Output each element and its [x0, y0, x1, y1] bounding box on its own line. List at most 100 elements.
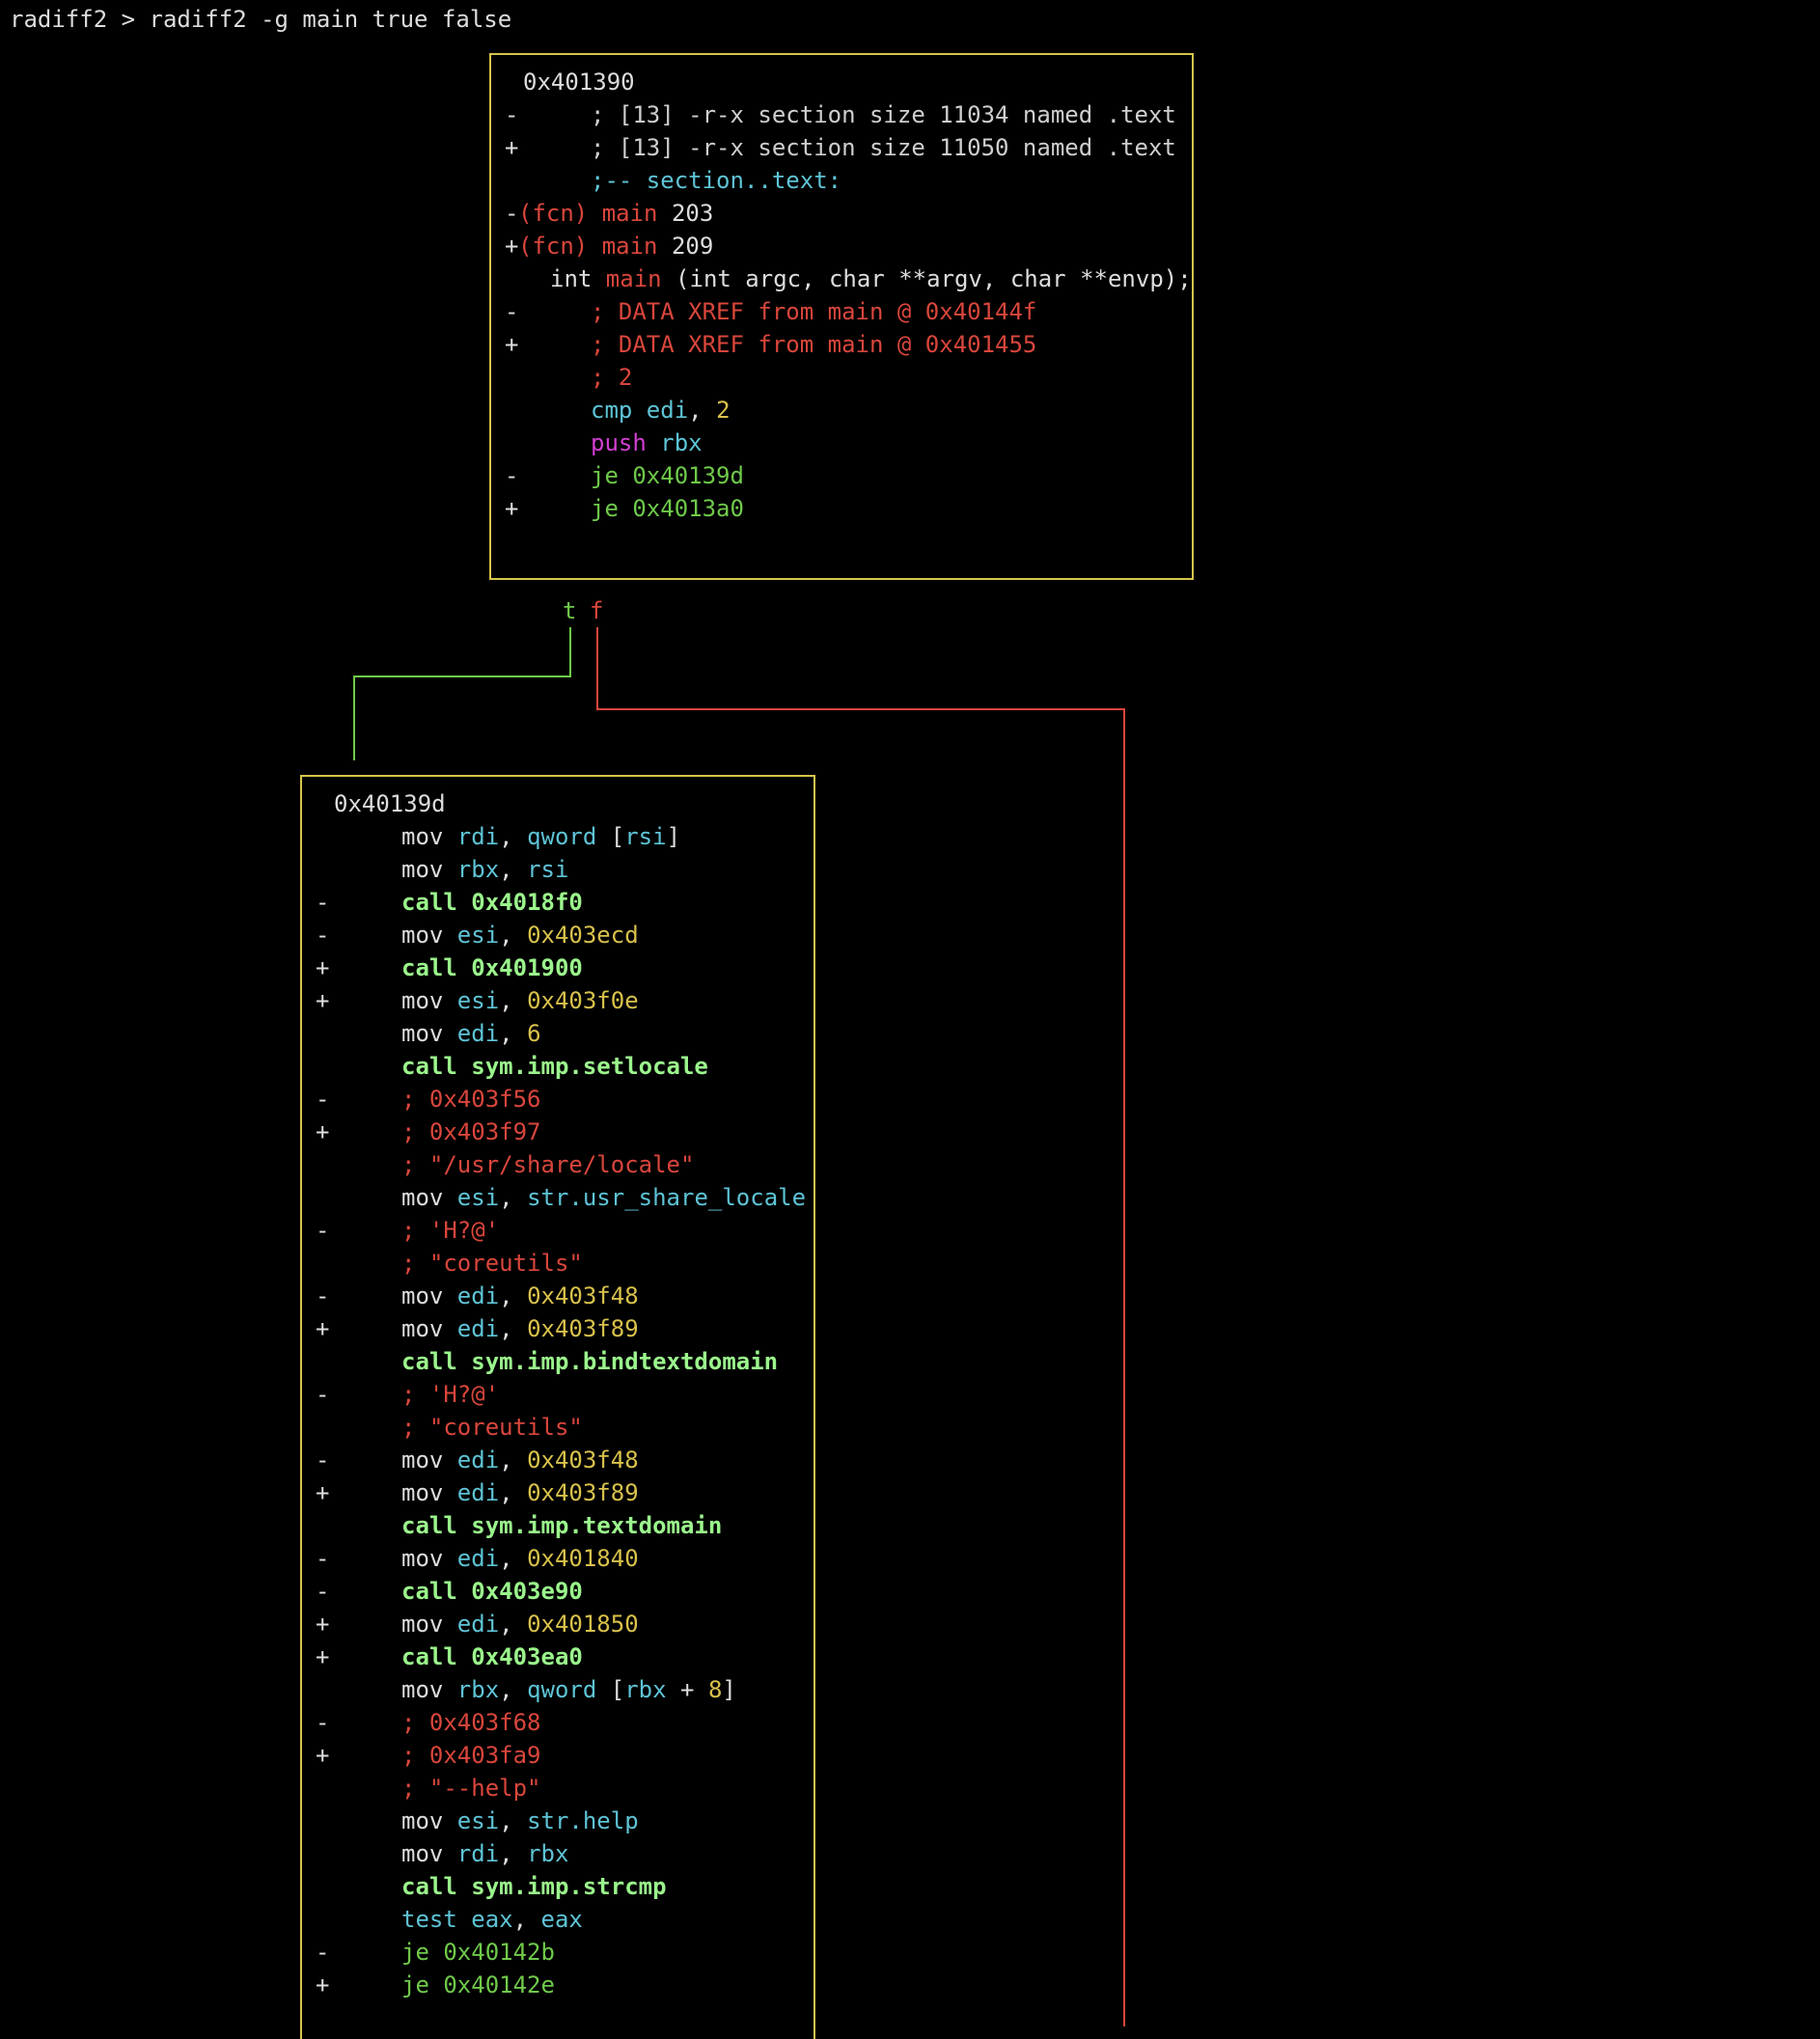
code-line: ; [13] -r-x section size 11034 named .te… — [591, 98, 1176, 131]
code-token: [ — [610, 823, 625, 850]
diff-marker: + — [316, 954, 330, 981]
code-token: eax — [471, 1906, 513, 1933]
code-token: 0x40139d — [334, 790, 446, 817]
code-token: mov — [401, 1840, 457, 1867]
code-token: 0x403f0e — [527, 987, 639, 1014]
code-token: mov — [401, 1184, 457, 1211]
code-token: 0x403f48 — [527, 1447, 639, 1474]
edge-label-false: f — [590, 597, 604, 624]
code-token: ; 'H?@' — [401, 1381, 500, 1408]
code-token: 2 — [716, 397, 731, 424]
code-line: call sym.imp.bindtextdomain — [401, 1345, 778, 1378]
basic-block-0x401390[interactable]: 0x401390 - ; [13] -r-x section size 11034 … — [489, 53, 1194, 580]
code-token: main — [605, 265, 662, 292]
diff-marker: + — [316, 1315, 330, 1342]
code-token: call sym.imp.strcmp — [401, 1873, 667, 1900]
code-line: call sym.imp.setlocale — [401, 1050, 708, 1083]
diff-marker: - — [505, 298, 519, 325]
code-token: je 0x40142e — [401, 1971, 555, 1998]
code-token: ; 0x403fa9 — [401, 1742, 541, 1769]
code-line: 0x401390 — [523, 66, 635, 98]
diff-marker: - — [316, 1709, 330, 1736]
code-token: ; 0x403f97 — [401, 1118, 541, 1145]
code-line: int main (int argc, char **argv, char **… — [550, 262, 1192, 295]
code-line: mov rdi, rbx — [401, 1837, 568, 1870]
code-token: , — [499, 1447, 528, 1474]
code-token: , — [499, 1315, 528, 1342]
code-token: edi — [456, 1447, 500, 1474]
code-token: ; 2 — [591, 364, 633, 391]
code-line: ; 2 — [591, 361, 632, 394]
code-line: 0x40139d — [334, 787, 446, 820]
code-token: 0x401840 — [527, 1545, 639, 1572]
code-token: , — [499, 1282, 528, 1309]
code-token: mov — [401, 856, 457, 883]
code-token: rsi — [527, 856, 569, 883]
code-token: , — [499, 856, 528, 883]
code-token: call sym.imp.textdomain — [401, 1512, 723, 1539]
code-token: rsi — [624, 823, 667, 850]
code-line: mov edi, 0x403f89 — [401, 1476, 639, 1509]
code-token: edi — [456, 1545, 500, 1572]
terminal-command: radiff2 > radiff2 -g main true false — [10, 6, 512, 33]
code-line: mov edi, 0x403f48 — [401, 1444, 639, 1476]
code-token: , — [499, 1611, 528, 1638]
diff-marker: - — [316, 922, 330, 949]
code-line: ;-- section..text: — [591, 164, 841, 197]
code-token: ; [13] -r-x section size 11034 named .te… — [591, 101, 1176, 128]
code-line: ; 0x403f56 — [401, 1083, 541, 1116]
code-token: mov — [401, 1611, 457, 1638]
code-token: mov — [401, 1545, 457, 1572]
code-line: ; "coreutils" — [401, 1411, 583, 1444]
code-line: ; 0x403fa9 — [401, 1739, 541, 1772]
basic-block-0x40139d[interactable]: 0x40139d mov rdi, qword [rsi] mov rbx, rsi… — [300, 775, 815, 2039]
code-token: ] — [722, 1676, 736, 1703]
code-token: ; 0x403f68 — [401, 1709, 541, 1736]
code-token: str.usr_share_locale — [527, 1184, 807, 1211]
code-line: push rbx — [591, 427, 703, 459]
code-token: , — [499, 823, 528, 850]
code-token: call 0x401900 — [401, 954, 583, 981]
code-token: cmp — [591, 397, 647, 424]
diff-marker: - — [316, 889, 330, 916]
code-token: , — [499, 987, 528, 1014]
code-token: mov — [401, 1807, 457, 1834]
diff-marker: + — [505, 134, 519, 161]
diff-marker: - — [316, 1282, 330, 1309]
code-line: mov edi, 0x403f48 — [401, 1280, 639, 1312]
code-token: main — [601, 200, 658, 227]
code-token: main — [601, 233, 658, 260]
code-token: rbx — [456, 856, 500, 883]
diff-marker: - — [316, 1578, 330, 1605]
code-token: rdi — [456, 823, 500, 850]
code-token: edi — [456, 1479, 500, 1506]
code-token: 0x403ecd — [527, 922, 639, 949]
code-token: int — [550, 265, 606, 292]
code-token: , — [499, 1676, 528, 1703]
code-token: rbx — [624, 1676, 667, 1703]
code-token: 8 — [707, 1676, 723, 1703]
code-token: edi — [456, 1020, 500, 1047]
code-token: edi — [456, 1315, 500, 1342]
code-line: ; "--help" — [401, 1772, 541, 1805]
code-token: , — [499, 1545, 528, 1572]
code-line: je 0x40142b — [401, 1936, 555, 1969]
code-token: 203 — [657, 200, 714, 227]
code-token: qword — [527, 1676, 611, 1703]
diff-marker: - — [316, 1381, 330, 1408]
code-token: ] — [666, 823, 681, 850]
code-token: mov — [401, 1479, 457, 1506]
code-line: mov esi, str.help — [401, 1805, 639, 1837]
code-line: cmp edi, 2 — [591, 394, 731, 427]
code-line: ; "coreutils" — [401, 1247, 583, 1280]
code-line: call 0x403e90 — [401, 1575, 583, 1608]
diff-marker: - — [316, 1939, 330, 1966]
code-token: mov — [401, 1282, 457, 1309]
code-token: ; DATA XREF from main @ 0x40144f — [591, 298, 1037, 325]
code-line: call 0x403ea0 — [401, 1640, 583, 1673]
code-token: 0x403f89 — [527, 1479, 639, 1506]
code-line: mov rdi, qword [rsi] — [401, 820, 680, 853]
code-token: push — [591, 429, 661, 456]
code-token: ; "--help" — [401, 1775, 541, 1802]
code-token: mov — [401, 823, 457, 850]
